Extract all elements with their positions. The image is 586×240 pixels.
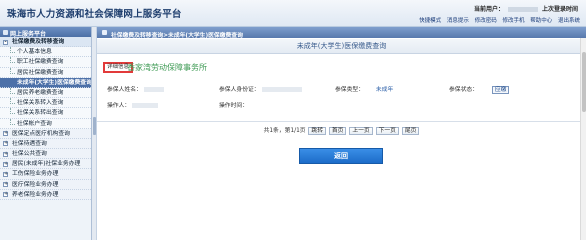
insurance-type-value: 未成年 bbox=[375, 87, 394, 93]
collapse-icon[interactable]: - bbox=[3, 39, 8, 45]
sidebar-item-label: 职工社保缴费查询 bbox=[17, 59, 64, 66]
current-user-label: 当前用户： bbox=[473, 6, 504, 13]
expand-icon[interactable]: + bbox=[3, 131, 8, 137]
sidebar-item[interactable]: 居民社保缴费查询 bbox=[0, 67, 91, 78]
sidebar-item-label: 社保缴费及转移查询 bbox=[12, 39, 65, 45]
sidebar-item[interactable]: + 居民(未成年)社保业务办理 bbox=[0, 159, 91, 170]
sidebar-item-label: 居民社保缴费查询 bbox=[17, 69, 64, 76]
user-name bbox=[507, 7, 538, 12]
message-link[interactable]: 消息提示 bbox=[447, 18, 469, 24]
next-page-button[interactable]: 下一页 bbox=[375, 127, 399, 135]
scrollbar-thumb[interactable] bbox=[582, 52, 586, 112]
tree-line-icon bbox=[10, 98, 15, 105]
sidebar-item-label: 社保关系转入查询 bbox=[17, 100, 64, 107]
collapse-handle[interactable] bbox=[93, 117, 96, 135]
expand-icon[interactable]: + bbox=[3, 192, 8, 198]
pagination: 共1条，第1/1页 跳转 首页 上一页 下一页 尾页 bbox=[97, 125, 586, 135]
top-header: 珠海市人力资源和社会保障网上服务平台 当前用户： 上次登录时间 快捷模式 消息提示… bbox=[0, 0, 586, 27]
breadcrumb-icon bbox=[102, 30, 107, 35]
sidebar-item-label: 居民(未成年)社保业务办理 bbox=[12, 161, 81, 168]
operator-field: 操作人： bbox=[107, 100, 159, 109]
change-phone-link[interactable]: 修改手机 bbox=[502, 18, 524, 24]
tree-line-icon bbox=[10, 67, 15, 74]
sidebar-item[interactable]: 个人基本信息 bbox=[0, 47, 91, 58]
id-number-value bbox=[261, 87, 302, 92]
insurance-type-field: 参保类型： 未成年 bbox=[335, 84, 393, 93]
sidebar-item[interactable]: + 养老保险业务办理 bbox=[0, 189, 91, 200]
sidebar-item[interactable]: 未成年(大学生)医保缴费查询 bbox=[0, 77, 91, 88]
sidebar: 网上服务平台 - 社保缴费及转移查询 个人基本信息 职工社保缴费查询 居民社保缴费查询未… bbox=[0, 27, 92, 240]
sidebar-item[interactable]: + 医保定点医疗机构查询 bbox=[0, 128, 91, 139]
sidebar-item[interactable]: + 工伤保险业务办理 bbox=[0, 169, 91, 180]
expand-icon[interactable]: + bbox=[3, 161, 8, 167]
sidebar-item-label: 居民养老缴费查询 bbox=[17, 89, 64, 96]
sidebar-item[interactable]: + 社保公共查询 bbox=[0, 149, 91, 160]
vertical-scrollbar[interactable] bbox=[580, 38, 586, 240]
sidebar-item[interactable]: 社保关系转入查询 bbox=[0, 98, 91, 109]
org-name: 香家湾劳动保障事务所 bbox=[127, 63, 207, 72]
last-login-label: 上次登录时间 bbox=[541, 6, 578, 13]
logout-link[interactable]: 退出系统 bbox=[558, 18, 580, 24]
tree-line-icon bbox=[10, 47, 15, 54]
divider bbox=[97, 121, 586, 122]
help-center-link[interactable]: 帮助中心 bbox=[530, 18, 552, 24]
id-number-label: 参保人身份证： bbox=[219, 87, 260, 93]
change-password-link[interactable]: 修改密码 bbox=[475, 18, 497, 24]
sidebar-item-label: 未成年(大学生)医保缴费查询 bbox=[17, 79, 91, 86]
top-links: 快捷模式 消息提示 修改密码 修改手机 帮助中心 退出系统 bbox=[415, 16, 580, 24]
status-label: 参保状态： bbox=[449, 87, 478, 93]
sidebar-item-label: 社保关系转出查询 bbox=[17, 110, 64, 117]
status-value[interactable]: 应缴 bbox=[491, 86, 510, 94]
sidebar-item-label: 养老保险业务办理 bbox=[12, 191, 59, 198]
page-summary: 共1条，第1/1页 bbox=[263, 128, 306, 134]
sidebar-item[interactable]: 居民养老缴费查询 bbox=[0, 87, 91, 99]
expand-icon[interactable]: + bbox=[3, 151, 8, 157]
main-content: 未成年(大学生)医保缴费查询 详细信息 香家湾劳动保障事务所 参保人姓名： 参保… bbox=[97, 38, 586, 240]
sidebar-item[interactable]: 社保关系转出查询 bbox=[0, 108, 91, 119]
expand-icon[interactable]: + bbox=[3, 182, 8, 188]
tree-line-icon bbox=[10, 87, 15, 94]
sidebar-item-label: 社保公共查询 bbox=[12, 151, 47, 158]
page-title: 未成年(大学生)医保缴费查询 bbox=[97, 39, 586, 54]
operator-value bbox=[132, 103, 159, 108]
platform-icon bbox=[3, 29, 8, 35]
nav-list: - 社保缴费及转移查询 个人基本信息 职工社保缴费查询 居民社保缴费查询 未成年(大学生)… bbox=[0, 37, 91, 200]
sidebar-header: 网上服务平台 bbox=[0, 27, 91, 38]
sidebar-item[interactable]: 社保帐户查询 bbox=[0, 118, 91, 129]
site-title: 珠海市人力资源和社会保障网上服务平台 bbox=[7, 9, 182, 20]
sidebar-item-label: 医保定点医疗机构查询 bbox=[12, 130, 70, 137]
insured-name-value bbox=[143, 87, 164, 92]
jump-button[interactable]: 跳转 bbox=[308, 127, 327, 135]
first-page-button[interactable]: 首页 bbox=[328, 127, 347, 135]
sidebar-item[interactable]: 职工社保缴费查询 bbox=[0, 57, 91, 68]
user-info: 当前用户： 上次登录时间 bbox=[474, 4, 578, 13]
insurance-type-label: 参保类型： bbox=[335, 87, 364, 93]
sidebar-item-label: 社保帐户查询 bbox=[17, 120, 52, 127]
tree-line-icon bbox=[10, 118, 15, 125]
sidebar-item-label: 社保待遇查询 bbox=[12, 140, 47, 147]
expand-icon[interactable]: + bbox=[3, 141, 8, 147]
sidebar-item-label: 医疗保险业务办理 bbox=[12, 181, 59, 188]
sidebar-item[interactable]: + 医疗保险业务办理 bbox=[0, 179, 91, 190]
sidebar-item-label: 工伤保险业务办理 bbox=[12, 171, 59, 178]
status-field: 参保状态： 应缴 bbox=[449, 84, 510, 94]
operator-label: 操作人： bbox=[107, 103, 131, 109]
quick-mode-link[interactable]: 快捷模式 bbox=[419, 18, 441, 24]
sidebar-item-label: 个人基本信息 bbox=[17, 49, 52, 56]
operate-time-label: 操作时间： bbox=[219, 103, 248, 109]
last-page-button[interactable]: 尾页 bbox=[401, 127, 420, 135]
tree-line-icon bbox=[10, 57, 15, 64]
back-button[interactable]: 返回 bbox=[299, 148, 383, 164]
operate-time-field: 操作时间： bbox=[219, 100, 248, 109]
sidebar-item[interactable]: + 社保待遇查询 bbox=[0, 138, 91, 150]
prev-page-button[interactable]: 上一页 bbox=[349, 127, 373, 135]
tree-line-icon bbox=[10, 108, 15, 115]
sidebar-item[interactable]: - 社保缴费及转移查询 bbox=[0, 37, 91, 48]
breadcrumb: 社保缴费及转移查询>未成年(大学生)医保缴费查询 bbox=[97, 27, 586, 39]
id-number-field: 参保人身份证： bbox=[219, 84, 302, 93]
insured-name-field: 参保人姓名： bbox=[107, 84, 164, 93]
insured-name-label: 参保人姓名： bbox=[107, 87, 142, 93]
expand-icon[interactable]: + bbox=[3, 171, 8, 177]
